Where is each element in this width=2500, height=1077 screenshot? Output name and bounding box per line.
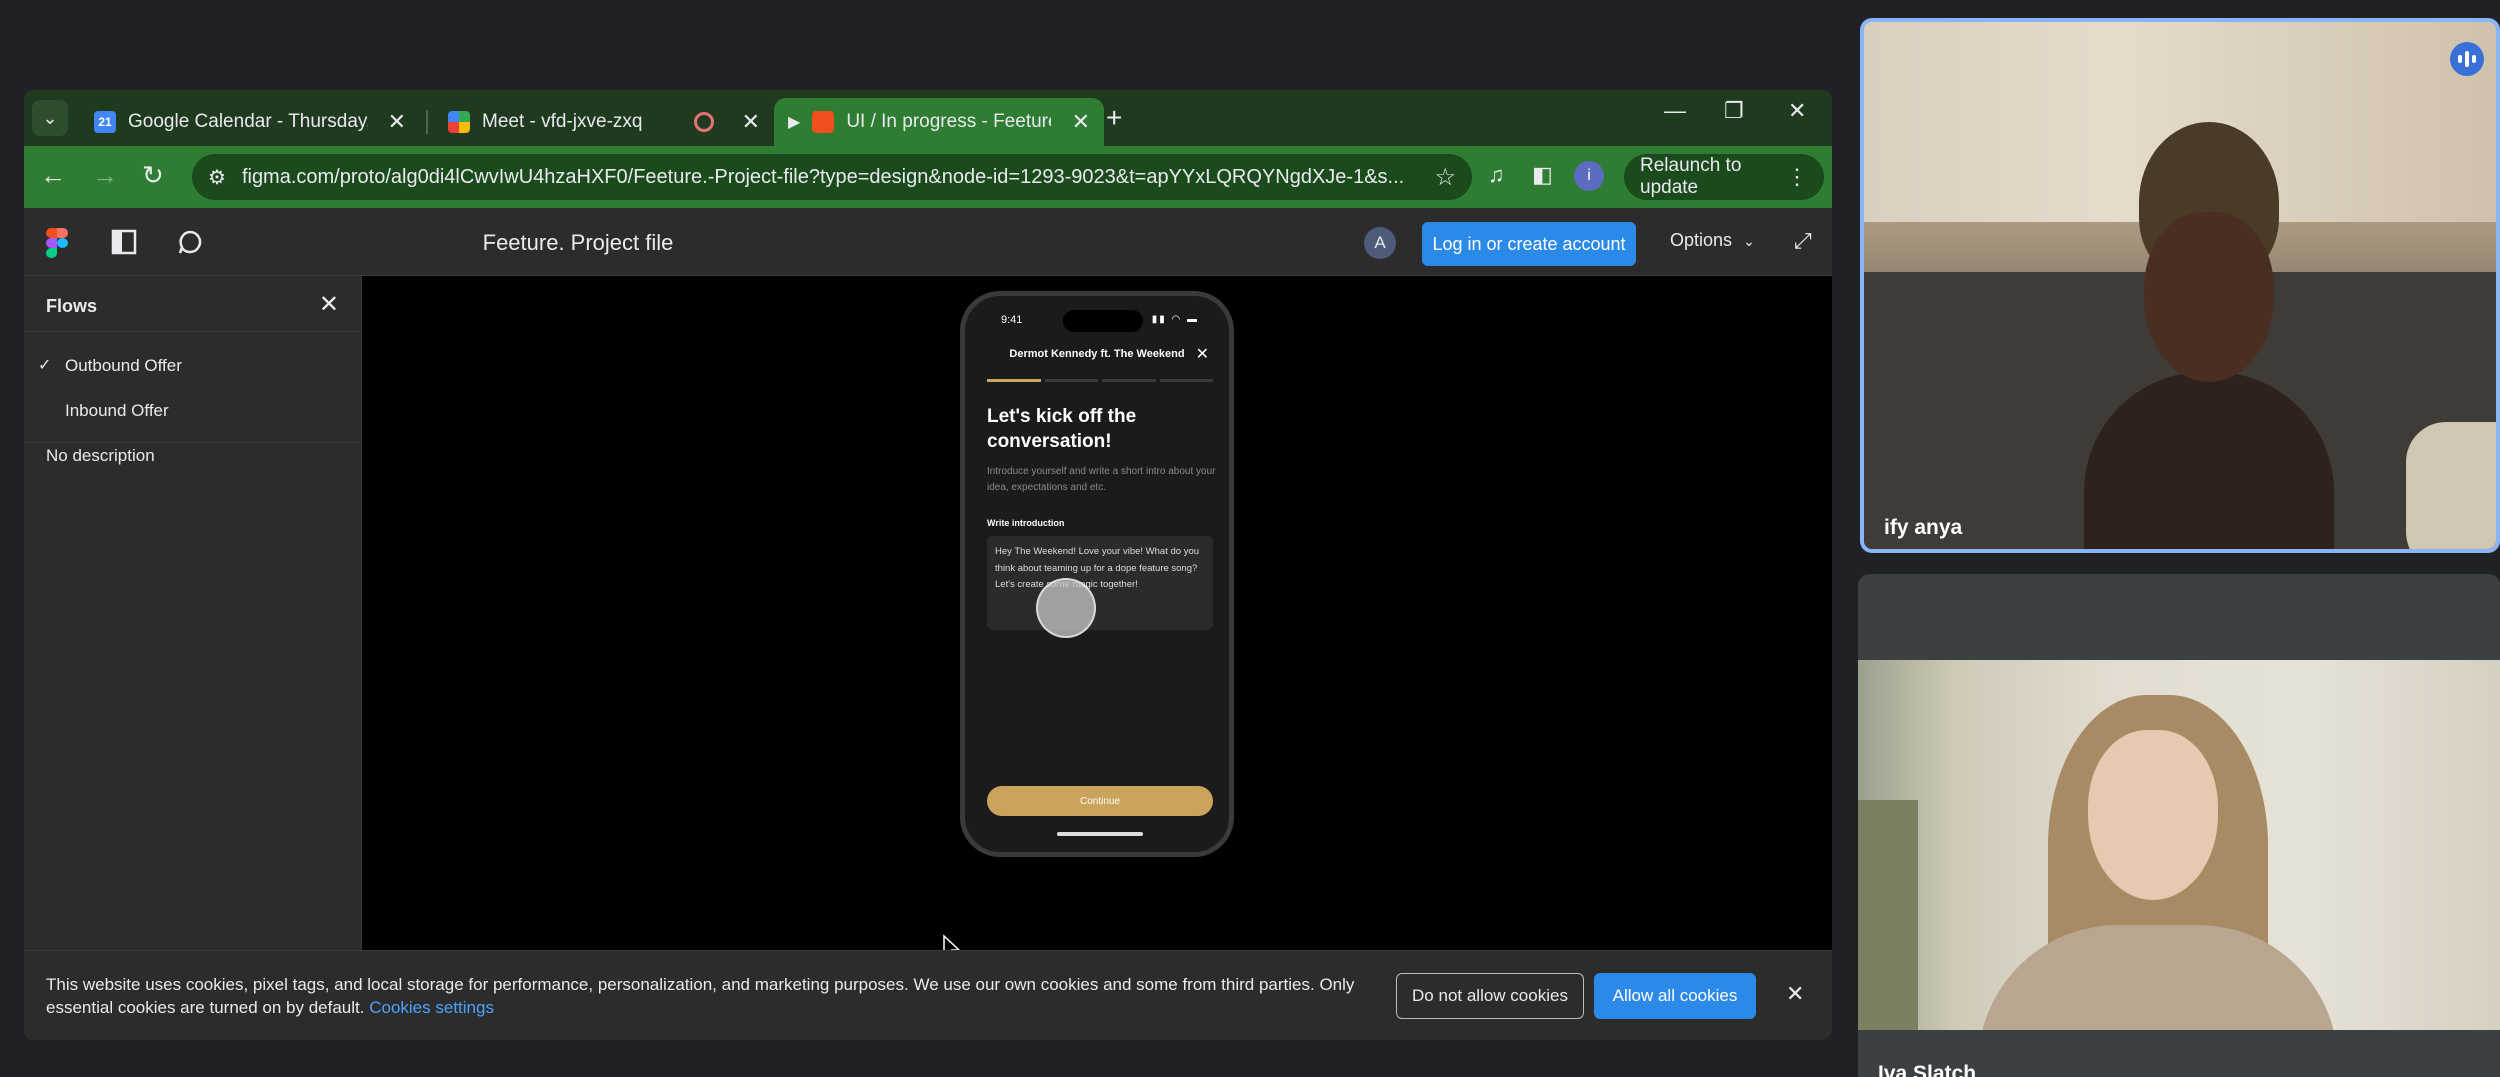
profile-avatar[interactable]: i [1574,161,1604,191]
tab-strip: ⌄ 21 Google Calendar - Thursday, M ✕ Mee… [24,90,1832,146]
screen-heading: Let's kick off the conversation! [987,406,1137,452]
user-avatar[interactable]: A [1364,227,1396,259]
flow-item-inbound-offer[interactable]: Inbound Offer [24,387,361,432]
participant-name: Iva Slatch [1878,1062,1977,1077]
dynamic-island [1063,310,1143,332]
chevron-down-icon: ⌄ [1743,233,1755,249]
chevron-down-icon: ⌄ [42,107,58,128]
forward-icon[interactable]: → [92,160,118,191]
calendar-favicon-icon: 21 [94,111,116,133]
close-tab-icon[interactable]: ✕ [742,109,760,135]
figma-header: Feeture. Project file A Log in or create… [24,208,1832,276]
flows-header: Flows ✕ [24,276,361,332]
progress-step [987,379,1041,382]
close-banner-icon[interactable]: ✕ [1786,981,1804,1007]
close-icon[interactable]: ✕ [1196,344,1209,364]
side-panel-icon[interactable]: ◧ [1532,162,1553,188]
flow-label: Outbound Offer [65,356,182,375]
allow-cookies-button[interactable]: Allow all cookies [1594,973,1756,1019]
introduction-textarea[interactable]: Hey The Weekend! Love your vibe! What do… [987,536,1213,630]
restore-icon[interactable]: ❐ [1724,98,1744,124]
cookie-banner: This website uses cookies, pixel tags, a… [24,950,1832,1040]
reload-icon[interactable]: ↻ [142,160,164,191]
back-icon[interactable]: ← [40,160,66,191]
flow-list: ✓ Outbound Offer Inbound Offer [24,332,361,443]
play-icon: ▶ [788,114,801,131]
cookies-settings-link[interactable]: Cookies settings [369,998,494,1017]
tab-title: Google Calendar - Thursday, M [128,111,368,132]
deny-cookies-button[interactable]: Do not allow cookies [1396,973,1584,1019]
phone-frame: 9:41 ▮▮ ◠ ▬ Dermot Kennedy ft. The Weeke… [960,291,1234,857]
relaunch-button[interactable]: Relaunch to update ⋮ [1624,154,1824,200]
url-text: figma.com/proto/alg0di4lCwvIwU4hzaHXF0/F… [241,165,1405,188]
progress-step [1102,379,1156,382]
site-info-icon[interactable]: ⚙ [208,165,226,190]
browser-toolbar: ← → ↻ ⚙ figma.com/proto/alg0di4lCwvIwU4h… [24,146,1832,208]
cookie-text: This website uses cookies, pixel tags, a… [46,975,1355,1017]
tab-title: UI / In progress - Feeture. P [846,111,1051,132]
progress-step [1159,379,1213,382]
prototype-canvas[interactable]: 9:41 ▮▮ ◠ ▬ Dermot Kennedy ft. The Weeke… [362,276,1832,1040]
flow-description: No description [46,446,155,465]
signal-battery-icon: ▮▮ ◠ ▬ [1151,314,1199,325]
file-title: Feeture. Project file [482,230,674,255]
close-tab-icon[interactable]: ✕ [1072,109,1090,135]
status-time: 9:41 [1001,314,1023,326]
close-window-icon[interactable]: ✕ [1788,98,1806,124]
home-indicator [1057,832,1143,836]
participant-name: ify anya [1884,516,1963,539]
bookmark-star-icon[interactable]: ☆ [1434,163,1456,192]
close-sidebar-icon[interactable]: ✕ [319,290,339,319]
relaunch-label: Relaunch to update [1640,155,1742,198]
tab-title: Meet - vfd-jxve-zxq [482,111,643,132]
checkmark-icon: ✓ [38,357,52,374]
flow-item-outbound-offer[interactable]: ✓ Outbound Offer [24,342,361,387]
phone-screen-title: Dermot Kennedy ft. The Weekend [1009,348,1185,360]
phone-status-bar: 9:41 ▮▮ ◠ ▬ [965,310,1229,332]
browser-window: ⌄ 21 Google Calendar - Thursday, M ✕ Mee… [24,90,1832,1040]
participant-video [2084,122,2334,549]
more-menu-icon[interactable]: ⋮ [1786,164,1808,190]
login-button[interactable]: Log in or create account [1422,222,1636,266]
media-control-icon[interactable]: ♫ [1488,162,1505,188]
flows-sidebar: Flows ✕ ✓ Outbound Offer Inbound Offer N… [24,276,362,1040]
field-label: Write introduction [987,518,1065,528]
tab-figma[interactable]: ▶ UI / In progress - Feeture. P ✕ [774,98,1104,146]
participant-video [1858,660,2500,1030]
screen-subtext: Introduce yourself and write a short int… [987,466,1216,493]
progress-step [1044,379,1098,382]
new-tab-button[interactable]: + [1106,102,1122,134]
tab-meet[interactable]: Meet - vfd-jxve-zxq ✕ [434,98,774,146]
tab-search-button[interactable]: ⌄ [32,100,68,136]
cookie-text-block: This website uses cookies, pixel tags, a… [46,973,1356,1019]
participant-tile[interactable]: Iva Slatch [1858,574,2500,1077]
options-label: Options [1670,230,1733,250]
tab-google-calendar[interactable]: 21 Google Calendar - Thursday, M ✕ [80,98,420,146]
minimize-icon[interactable]: — [1664,98,1686,124]
options-dropdown[interactable]: Options ⌄ [1670,230,1755,251]
meet-favicon-icon [448,111,470,133]
address-bar[interactable]: ⚙ figma.com/proto/alg0di4lCwvIwU4hzaHXF0… [192,154,1472,200]
figma-favicon-icon [812,111,835,133]
tab-separator [426,110,428,134]
background-pillow [2406,422,2496,549]
fullscreen-icon[interactable]: ⤢ [1794,228,1812,254]
flows-title: Flows [46,296,98,316]
flow-label: Inbound Offer [65,401,169,420]
participant-tile-speaking[interactable]: ify anya [1860,18,2500,553]
continue-button[interactable]: Continue [987,786,1213,816]
touch-indicator [1036,578,1096,638]
speaking-indicator-icon [2450,42,2484,76]
recording-icon [694,112,714,132]
close-tab-icon[interactable]: ✕ [388,109,406,135]
step-progress [987,379,1213,382]
